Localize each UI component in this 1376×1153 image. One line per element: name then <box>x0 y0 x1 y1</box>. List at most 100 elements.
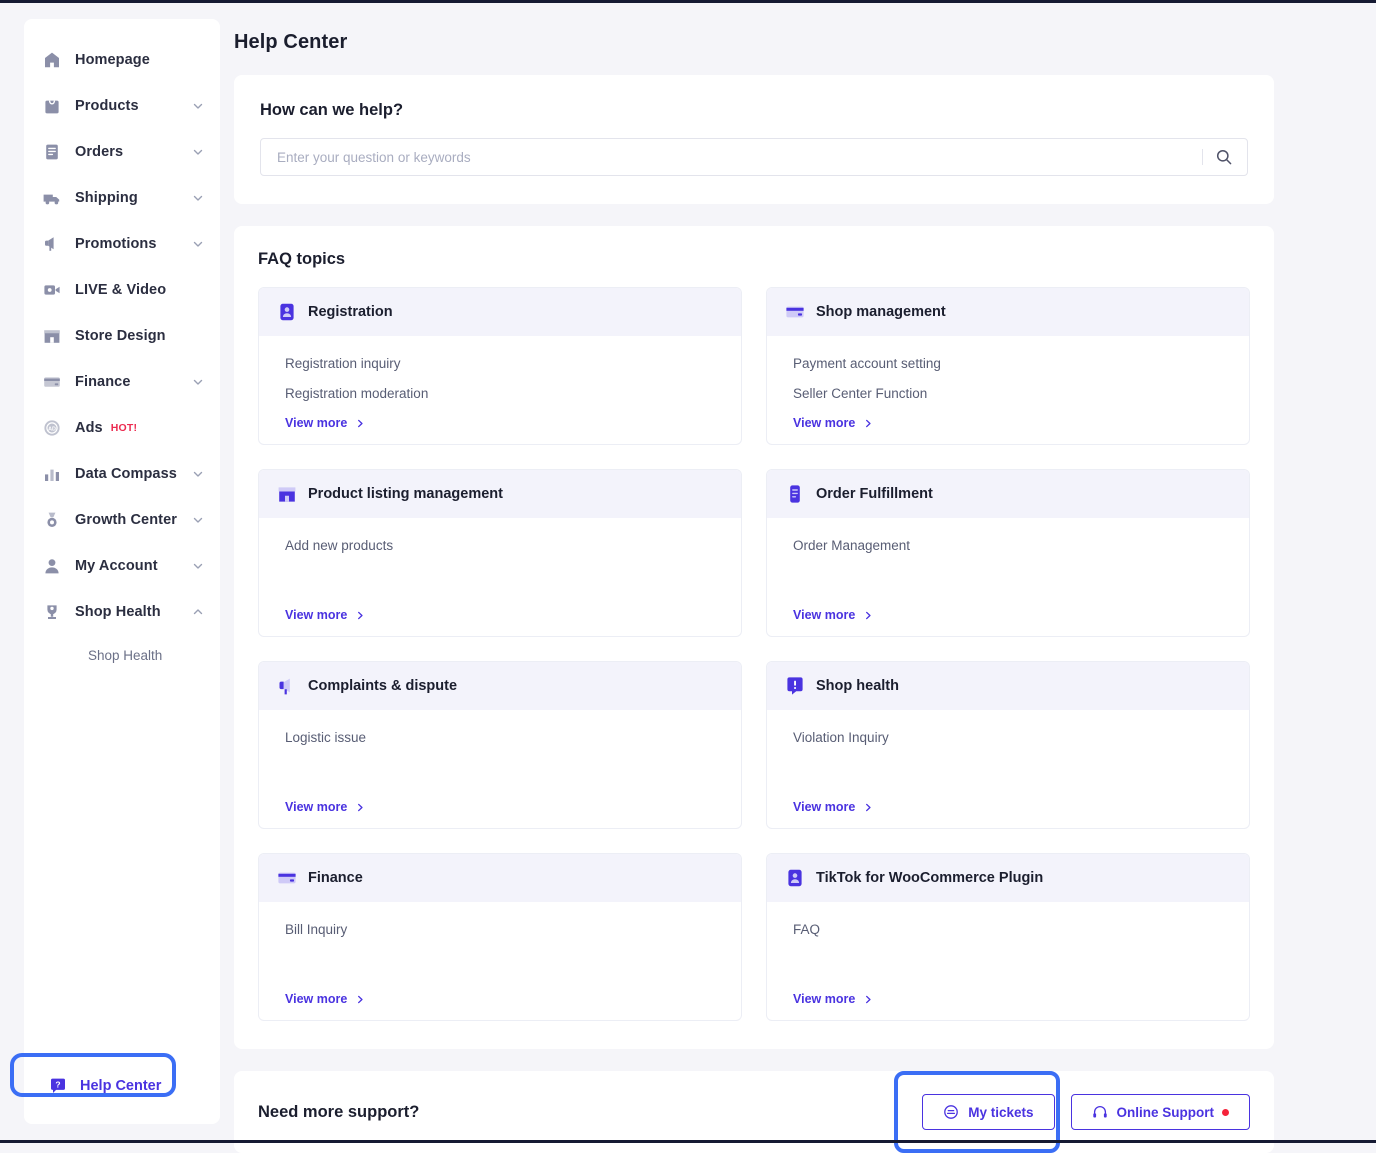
view-more-label: View more <box>793 608 855 622</box>
megaphone-icon <box>42 234 62 254</box>
sidebar-item-label: Finance <box>75 374 131 390</box>
faq-topic-header: Order Fulfillment <box>767 470 1249 518</box>
sidebar-item-orders[interactable]: Orders <box>24 129 220 175</box>
sidebar-item-finance[interactable]: Finance <box>24 359 220 405</box>
order-list-icon <box>42 142 62 162</box>
view-more-button[interactable]: View more <box>793 416 873 430</box>
notification-dot-icon <box>1222 1109 1229 1116</box>
ads-circle-icon: AD <box>42 418 62 438</box>
view-more-label: View more <box>285 608 347 622</box>
sidebar-item-products[interactable]: Products <box>24 83 220 129</box>
sidebar-item-label: Promotions <box>75 236 157 252</box>
faq-topic-card: Shop management Payment account setting Se… <box>766 287 1250 445</box>
chevron-down-icon[interactable] <box>192 100 204 112</box>
sidebar-item-shop-health[interactable]: Shop Health <box>24 589 220 635</box>
faq-topic-title: Product listing management <box>308 486 503 502</box>
faq-topic-body: Payment account setting Seller Center Fun… <box>767 336 1249 444</box>
my-tickets-button[interactable]: My tickets <box>922 1094 1054 1130</box>
faq-topic-link[interactable]: Seller Center Function <box>793 386 927 401</box>
chevron-down-icon[interactable] <box>192 238 204 250</box>
faq-topic-link[interactable]: Order Management <box>793 538 910 553</box>
faq-topic-link[interactable]: Logistic issue <box>285 730 366 745</box>
sidebar-item-growth-center[interactable]: Growth Center <box>24 497 220 543</box>
view-more-button[interactable]: View more <box>793 608 873 622</box>
online-support-button[interactable]: Online Support <box>1071 1094 1251 1130</box>
faq-topic-body: Order Management View more <box>767 518 1249 636</box>
search-input[interactable] <box>275 149 1196 166</box>
sidebar-spacer <box>24 675 220 1058</box>
view-more-button[interactable]: View more <box>793 992 873 1006</box>
faq-topic-link[interactable]: Registration moderation <box>285 386 428 401</box>
sidebar-nav-list: Homepage Products Orders Shipping Promotions… <box>24 37 220 675</box>
exclamation-icon <box>785 676 805 696</box>
sidebar-item-shipping[interactable]: Shipping <box>24 175 220 221</box>
ticket-icon <box>943 1104 959 1120</box>
sidebar-item-my-account[interactable]: My Account <box>24 543 220 589</box>
sidebar-item-ads[interactable]: ADAdsHOT! <box>24 405 220 451</box>
view-more-button[interactable]: View more <box>285 992 365 1006</box>
faq-topic-card: RegistrationRegistration inquiryRegistra… <box>258 287 742 445</box>
sidebar-item-label: Orders <box>75 144 123 160</box>
view-more-label: View more <box>285 992 347 1006</box>
view-more-button[interactable]: View more <box>285 608 365 622</box>
faq-topic-header: Product listing management <box>259 470 741 518</box>
chevron-down-icon[interactable] <box>192 468 204 480</box>
sidebar-subitem-shop-health[interactable]: Shop Health <box>24 635 220 675</box>
search-icon[interactable] <box>1215 148 1233 166</box>
sidebar-subitem-label: Shop Health <box>88 648 162 663</box>
sidebar-item-promotions[interactable]: Promotions <box>24 221 220 267</box>
search-card: How can we help? <box>234 75 1274 204</box>
faq-topic-header: Shop management <box>767 288 1249 336</box>
chevron-down-icon[interactable] <box>192 146 204 158</box>
faq-heading: FAQ topics <box>258 250 1250 269</box>
view-more-label: View more <box>793 800 855 814</box>
view-more-label: View more <box>285 416 347 430</box>
chevron-down-icon[interactable] <box>192 514 204 526</box>
sidebar-help-center-label: Help Center <box>80 1078 161 1094</box>
chevron-up-icon[interactable] <box>192 606 204 618</box>
person-icon <box>42 556 62 576</box>
search-box[interactable] <box>260 138 1248 176</box>
faq-topic-title: Shop health <box>816 678 899 694</box>
faq-topic-link[interactable]: Add new products <box>285 538 393 553</box>
faq-card: FAQ topics RegistrationRegistration inqu… <box>234 226 1274 1049</box>
sidebar-item-help-center[interactable]: ? Help Center <box>48 1076 161 1096</box>
page-title: Help Center <box>234 31 1274 54</box>
svg-text:?: ? <box>55 1080 60 1090</box>
faq-topic-title: Shop management <box>816 304 946 320</box>
megaphone-icon <box>277 676 297 696</box>
svg-text:AD: AD <box>48 426 56 432</box>
chevron-down-icon[interactable] <box>192 560 204 572</box>
chevron-down-icon[interactable] <box>192 192 204 204</box>
faq-topic-header: Complaints & dispute <box>259 662 741 710</box>
sidebar-item-store-design[interactable]: Store Design <box>24 313 220 359</box>
sidebar-item-label: Growth Center <box>75 512 177 528</box>
sidebar-item-label: Ads <box>75 420 103 436</box>
view-more-button[interactable]: View more <box>285 800 365 814</box>
faq-topic-link[interactable]: Registration inquiry <box>285 356 401 371</box>
faq-topic-header: TikTok for WooCommerce Plugin <box>767 854 1249 902</box>
credit-card-icon <box>42 372 62 392</box>
faq-topic-link[interactable]: Violation Inquiry <box>793 730 889 745</box>
storefront-icon <box>42 326 62 346</box>
sidebar-item-homepage[interactable]: Homepage <box>24 37 220 83</box>
chevron-right-icon <box>347 803 365 812</box>
sidebar-item-live-video[interactable]: LIVE & Video <box>24 267 220 313</box>
faq-topic-link[interactable]: FAQ <box>793 922 820 937</box>
chevron-right-icon <box>347 995 365 1004</box>
sidebar-item-data-compass[interactable]: Data Compass <box>24 451 220 497</box>
faq-topic-link[interactable]: Payment account setting <box>793 356 941 371</box>
faq-topic-header: Finance <box>259 854 741 902</box>
trophy-icon <box>42 602 62 622</box>
support-actions: My tickets Online Support <box>922 1094 1250 1130</box>
sidebar-item-label: Homepage <box>75 52 150 68</box>
help-question-icon: ? <box>48 1076 68 1096</box>
faq-topic-link[interactable]: Bill Inquiry <box>285 922 347 937</box>
faq-topic-card: Complaints & dispute Logistic issue View m… <box>258 661 742 829</box>
app-root: Homepage Products Orders Shipping Promotions… <box>0 3 1376 1140</box>
chevron-down-icon[interactable] <box>192 376 204 388</box>
view-more-button[interactable]: View more <box>793 800 873 814</box>
headset-icon <box>1092 1104 1108 1120</box>
faq-topic-card: Shop health Violation Inquiry View more <box>766 661 1250 829</box>
view-more-button[interactable]: View more <box>285 416 365 430</box>
